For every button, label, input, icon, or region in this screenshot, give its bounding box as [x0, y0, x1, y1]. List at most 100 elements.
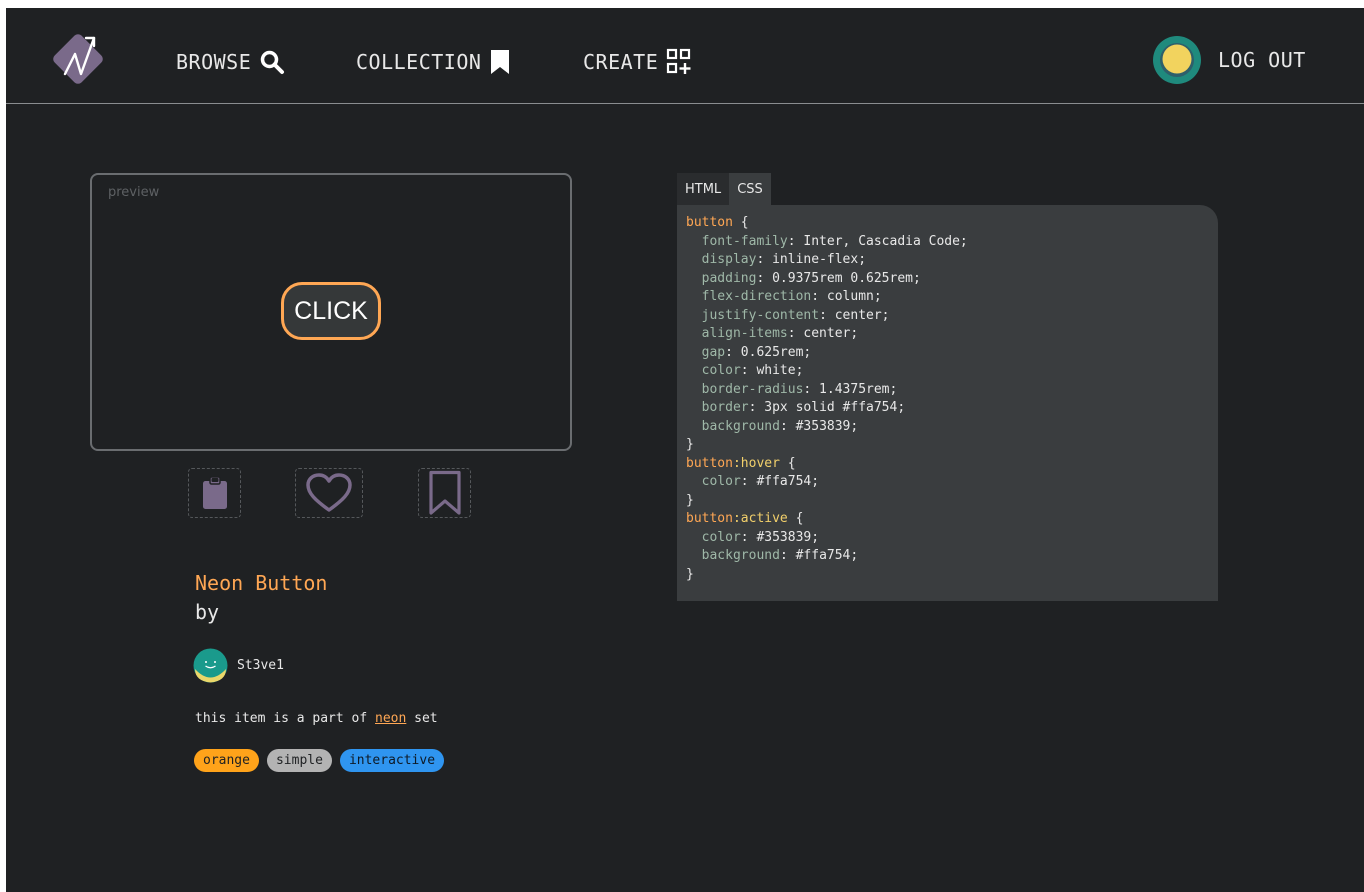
- code-line-rule: padding: 0.9375rem 0.625rem;: [686, 270, 1209, 289]
- code-value: : #ffa754;: [779, 548, 859, 563]
- code-line-close: }: [686, 492, 694, 508]
- code-property: gap: [701, 344, 726, 360]
- code-line-selector: button:active {: [686, 510, 1209, 529]
- nav-collection-label: COLLECTION: [356, 50, 482, 74]
- add-grid-icon: [667, 48, 691, 74]
- code-property: color: [701, 529, 741, 545]
- code-line-close: }: [686, 437, 694, 452]
- nav-collection[interactable]: COLLECTION: [356, 48, 511, 76]
- search-icon: [261, 50, 285, 74]
- tag-interactive[interactable]: interactive: [339, 749, 445, 772]
- code-line-rule: color: white;: [686, 362, 1209, 381]
- preview-click-button[interactable]: CLICK: [281, 282, 381, 340]
- preview-panel: preview CLICK: [90, 173, 572, 451]
- code-property: color: [701, 474, 741, 489]
- set-info: this item is a part of neon set: [195, 711, 438, 726]
- clipboard-icon: [202, 476, 227, 509]
- code-property: border-radius: [701, 381, 804, 397]
- code-line-rule: color: #ffa754;: [686, 473, 1209, 492]
- code-property: padding: [701, 270, 757, 286]
- code-line-rule: color: #353839;: [686, 529, 1209, 548]
- code-line-rule: flex-direction: column;: [686, 288, 1209, 307]
- code-selector: button: [686, 215, 733, 230]
- code-value: : 1.4375rem;: [803, 381, 898, 397]
- code-value: : 0.625rem;: [725, 344, 812, 360]
- heart-icon: [306, 473, 352, 512]
- code-line-close: }: [686, 566, 694, 582]
- save-button[interactable]: [418, 468, 471, 518]
- code-value: : #353839;: [779, 418, 859, 434]
- item-title: Neon Button: [195, 571, 328, 595]
- tag-simple[interactable]: simple: [266, 749, 332, 772]
- code-property: border: [701, 400, 749, 415]
- bookmark-outline-icon: [428, 470, 461, 515]
- code-property: display: [701, 252, 757, 267]
- nav-create-label: CREATE: [583, 50, 659, 74]
- author-name[interactable]: St3ve1: [237, 658, 284, 673]
- code-brace: {: [732, 215, 749, 230]
- nav-create[interactable]: CREATE: [583, 48, 692, 76]
- code-line-rule: justify-content: center;: [686, 307, 1209, 326]
- item-by-label: by: [195, 600, 220, 624]
- code-line-selector: button:hover {: [686, 455, 1209, 474]
- code-property: flex-direction: [701, 289, 812, 304]
- code-property: font-family: [701, 233, 788, 249]
- tag-orange[interactable]: orange: [194, 749, 259, 772]
- set-link[interactable]: neon: [375, 711, 406, 726]
- code-line-rule: background: #ffa754;: [686, 547, 1209, 566]
- code-line-rule: border: 3px solid #ffa754;: [686, 399, 1209, 418]
- code-line-rule: background: #353839;: [686, 418, 1209, 437]
- code-value: : white;: [740, 363, 804, 378]
- code-value: : #353839;: [740, 529, 820, 545]
- code-selector: button: [686, 511, 733, 526]
- code-value: : 3px solid #ffa754;: [748, 400, 906, 415]
- code-pseudo: :hover: [732, 455, 780, 471]
- preview-label: preview: [108, 185, 160, 200]
- bookmark-icon: [491, 50, 510, 74]
- like-button[interactable]: [295, 468, 363, 518]
- nav-browse[interactable]: BROWSE: [176, 48, 285, 76]
- top-navbar: BROWSE COLLECTION CREATE LOG OUT: [6, 8, 1364, 104]
- code-selector: button: [686, 455, 733, 471]
- logo-icon[interactable]: [46, 24, 108, 92]
- code-property: background: [701, 548, 780, 563]
- tag-list: orange simple interactive: [194, 749, 445, 772]
- code-line-rule: align-items: center;: [686, 325, 1209, 344]
- css-code[interactable]: button { font-family: Inter, Cascadia Co…: [677, 205, 1218, 593]
- code-brace: {: [779, 455, 796, 471]
- code-panel: button { font-family: Inter, Cascadia Co…: [677, 205, 1218, 601]
- copy-button[interactable]: [188, 468, 241, 518]
- set-prefix: this item is a part of: [195, 711, 376, 726]
- code-value: : 0.9375rem 0.625rem;: [756, 270, 921, 286]
- author-avatar[interactable]: [193, 648, 228, 683]
- code-property: align-items: [701, 326, 788, 341]
- user-avatar[interactable]: [1152, 35, 1202, 85]
- code-property: background: [701, 418, 780, 434]
- code-line-rule: font-family: Inter, Cascadia Code;: [686, 233, 1209, 252]
- code-pseudo: :active: [732, 511, 788, 526]
- set-suffix: set: [406, 711, 438, 726]
- logout-button[interactable]: LOG OUT: [1218, 48, 1306, 72]
- code-tabs: HTML CSS: [677, 173, 771, 205]
- code-value: : center;: [787, 326, 859, 341]
- tab-css[interactable]: CSS: [729, 173, 771, 205]
- tab-html[interactable]: HTML: [677, 173, 730, 205]
- code-line-rule: gap: 0.625rem;: [686, 344, 1209, 363]
- app-window: BROWSE COLLECTION CREATE LOG OUT preview…: [6, 8, 1364, 892]
- nav-browse-label: BROWSE: [176, 50, 252, 74]
- code-value: : #ffa754;: [740, 474, 820, 489]
- code-property: color: [701, 363, 741, 378]
